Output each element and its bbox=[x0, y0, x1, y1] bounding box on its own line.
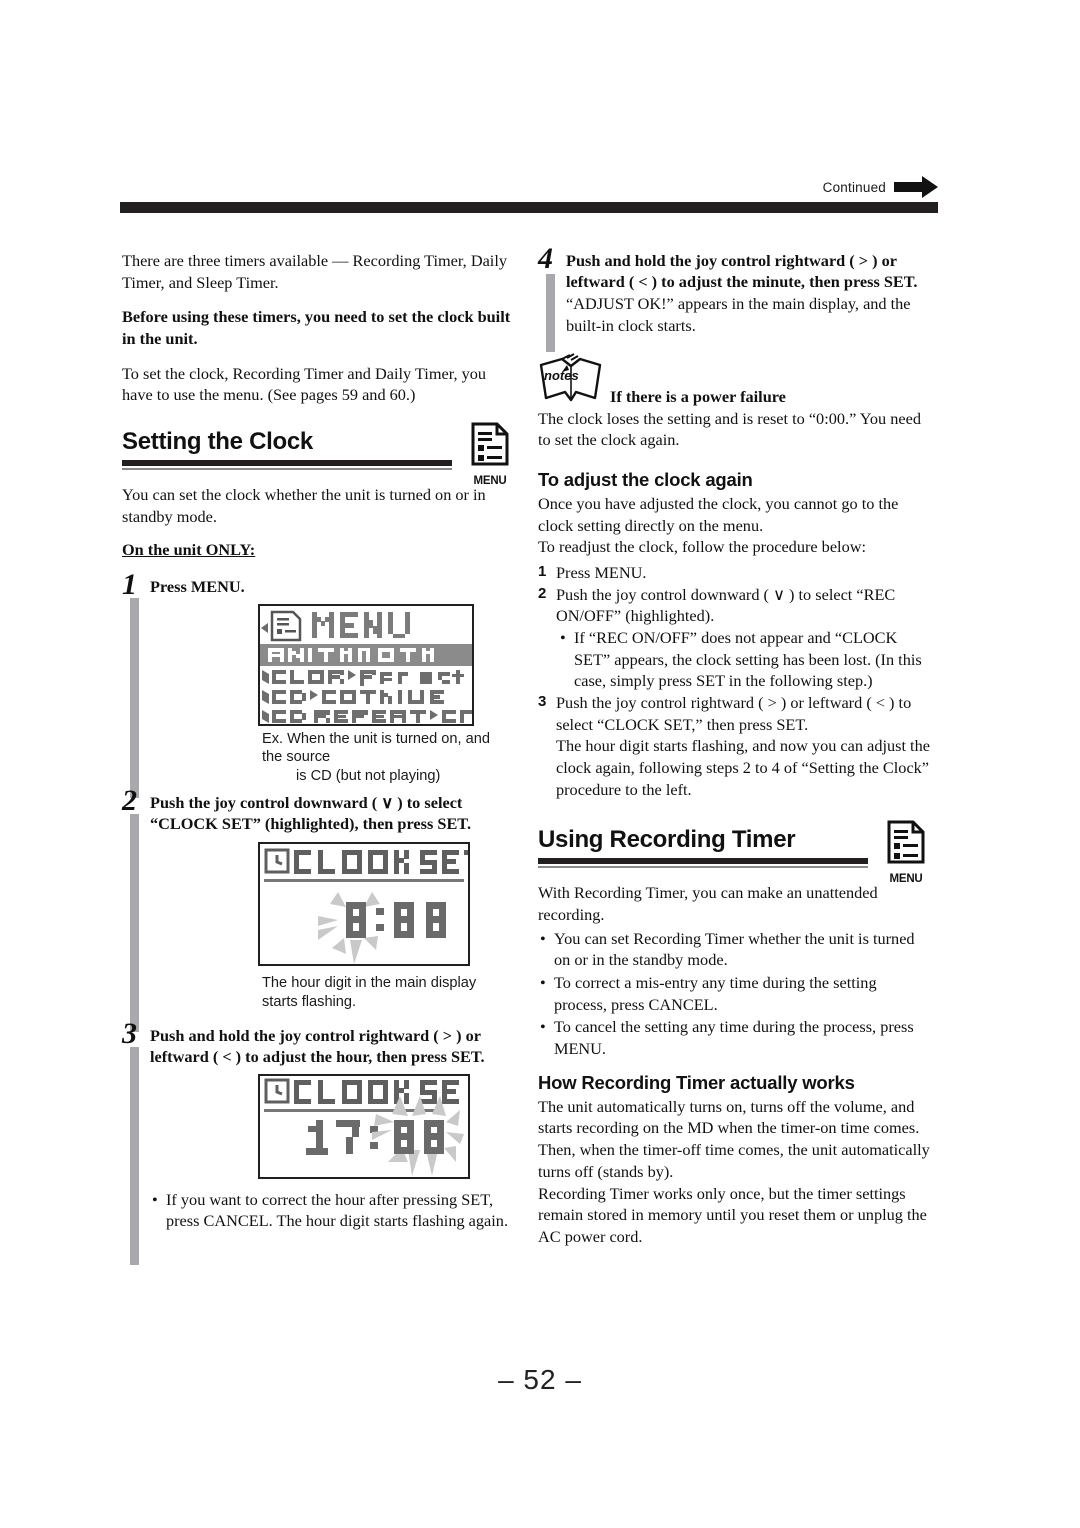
readjust-step-1: 1 Press MENU. bbox=[538, 562, 930, 584]
on-the-unit-only-head: On the unit ONLY: bbox=[122, 540, 256, 560]
heading-rule-thin bbox=[538, 866, 868, 869]
readjust-step-3-extra: The hour digit starts flashing, and now … bbox=[556, 736, 930, 799]
header-rule bbox=[120, 202, 938, 213]
step-4-title: Push and hold the joy control rightward … bbox=[566, 251, 918, 292]
svg-text:notes: notes bbox=[544, 368, 579, 383]
menu-document-icon bbox=[882, 820, 930, 869]
list-item: If “REC ON/OFF” does not appear and “CLO… bbox=[556, 627, 930, 692]
section-title-recording-timer: Using Recording Timer bbox=[538, 826, 796, 854]
right-arrow-icon bbox=[894, 176, 938, 198]
readjust-step-2-text: Push the joy control downward ( ∨ ) to s… bbox=[556, 584, 896, 626]
menu-icon-block: MENU bbox=[466, 422, 514, 489]
step-1-number: 1 bbox=[122, 568, 137, 602]
lcd-display-menu bbox=[258, 603, 474, 726]
page-title: Setting the Clock bbox=[122, 428, 313, 456]
menu-icon-label: MENU bbox=[889, 873, 923, 886]
step-1: 1 Press MENU. Ex. When the unit is turne… bbox=[122, 570, 514, 799]
readjust-step-2-sub: If “REC ON/OFF” does not appear and “CLO… bbox=[556, 627, 930, 692]
step-4-bar bbox=[546, 274, 555, 352]
recording-timer-bullets: You can set Recording Timer whether the … bbox=[538, 928, 930, 1060]
recording-timer-intro: With Recording Timer, you can make an un… bbox=[538, 883, 878, 925]
step-1-bar bbox=[130, 598, 139, 799]
lcd-display-clock-set-minute bbox=[258, 1073, 470, 1179]
section-using-recording-timer: Using Recording Timer MENU bbox=[538, 820, 930, 885]
step-1-title: Press MENU. bbox=[150, 577, 245, 597]
page-header: Continued bbox=[120, 176, 938, 216]
step-2-number: 2 bbox=[122, 783, 137, 817]
menu-icon-label: MENU bbox=[473, 475, 507, 488]
readjust-step-1-text: Press MENU. bbox=[556, 563, 647, 583]
note-title: If there is a power failure bbox=[610, 386, 786, 406]
section-intro: You can set the clock whether the unit i… bbox=[122, 485, 486, 526]
readjust-step-3: 3 Push the joy control rightward ( > ) o… bbox=[538, 692, 930, 800]
how-works-para-1: The unit automatically turns on, turns o… bbox=[538, 1096, 930, 1181]
section-setting-the-clock: Setting the Clock MENU bbox=[122, 422, 514, 487]
menu-document-icon bbox=[466, 422, 514, 471]
page-number: – 52 – bbox=[498, 1364, 582, 1395]
readjust-steps: 1 Press MENU. 2 Push the joy control dow… bbox=[538, 562, 930, 800]
readjust-step-2-number: 2 bbox=[538, 584, 547, 602]
readjust-body-2: To readjust the clock, follow the proced… bbox=[538, 537, 866, 557]
list-item: You can set Recording Timer whether the … bbox=[538, 928, 930, 971]
lcd-display-clock-set-hour bbox=[258, 841, 470, 966]
menu-icon-block: MENU bbox=[882, 820, 930, 887]
heading-rule-thick bbox=[538, 858, 868, 865]
how-works-para-2: Recording Timer works only once, but the… bbox=[538, 1183, 927, 1246]
step-3: 3 Push and hold the joy control rightwar… bbox=[122, 1019, 514, 1266]
step-2-bar bbox=[130, 813, 139, 1032]
list-item: To correct a mis-entry any time during t… bbox=[538, 972, 930, 1015]
heading-rule-thin bbox=[122, 468, 452, 471]
readjust-step-1-number: 1 bbox=[538, 563, 547, 581]
subhead-readjust-clock: To adjust the clock again bbox=[538, 469, 753, 491]
intro-paragraph: There are three timers available — Recor… bbox=[122, 251, 507, 292]
continued-marker: Continued bbox=[823, 176, 938, 198]
step-3-bullets: If you want to correct the hour after pr… bbox=[150, 1189, 514, 1232]
note-body: The clock loses the setting and is reset… bbox=[538, 408, 921, 450]
step-1-caption-line1: Ex. When the unit is turned on, and the … bbox=[262, 730, 490, 766]
heading-rule-thick bbox=[122, 460, 452, 467]
readjust-step-3-text: Push the joy control rightward ( > ) or … bbox=[556, 693, 912, 734]
step-2: 2 Push the joy control downward ( ∨ ) to… bbox=[122, 785, 514, 1032]
step-3-title: Push and hold the joy control rightward … bbox=[150, 1026, 485, 1067]
intro-bold-note: Before using these timers, you need to s… bbox=[122, 307, 511, 349]
manual-page: Continued There are three timers availab… bbox=[0, 0, 1080, 1528]
step-2-caption-line2: starts flashing. bbox=[262, 993, 357, 1010]
step-3-number: 3 bbox=[122, 1017, 137, 1051]
list-item: If you want to correct the hour after pr… bbox=[150, 1189, 514, 1232]
step-4-number: 4 bbox=[538, 242, 553, 275]
step-2-caption-line1: The hour digit in the main display bbox=[262, 974, 477, 991]
readjust-body-1: Once you have adjusted the clock, you ca… bbox=[538, 494, 899, 535]
right-column: 4 Push and hold the joy control rightwar… bbox=[538, 244, 930, 1261]
readjust-step-3-number: 3 bbox=[538, 693, 547, 711]
list-item: To cancel the setting any time during th… bbox=[538, 1016, 930, 1059]
continued-label: Continued bbox=[822, 179, 886, 195]
notes-book-icon: notes bbox=[538, 352, 604, 405]
step-4-body: “ADJUST OK!” appears in the main display… bbox=[566, 294, 911, 336]
step-4: 4 Push and hold the joy control rightwar… bbox=[538, 244, 930, 352]
readjust-step-2: 2 Push the joy control downward ( ∨ ) to… bbox=[538, 584, 930, 692]
step-3-bar bbox=[130, 1047, 139, 1266]
intro-paragraph-2: To set the clock, Recording Timer and Da… bbox=[122, 363, 487, 405]
note-block: notes If there is a power failure The cl… bbox=[538, 352, 930, 451]
subhead-how-recording-timer-works: How Recording Timer actually works bbox=[538, 1071, 855, 1093]
left-column: There are three timers available — Recor… bbox=[122, 250, 514, 1266]
step-1-caption-line2: is CD (but not playing) bbox=[296, 767, 441, 784]
step-2-title: Push the joy control downward ( ∨ ) to s… bbox=[150, 792, 472, 833]
